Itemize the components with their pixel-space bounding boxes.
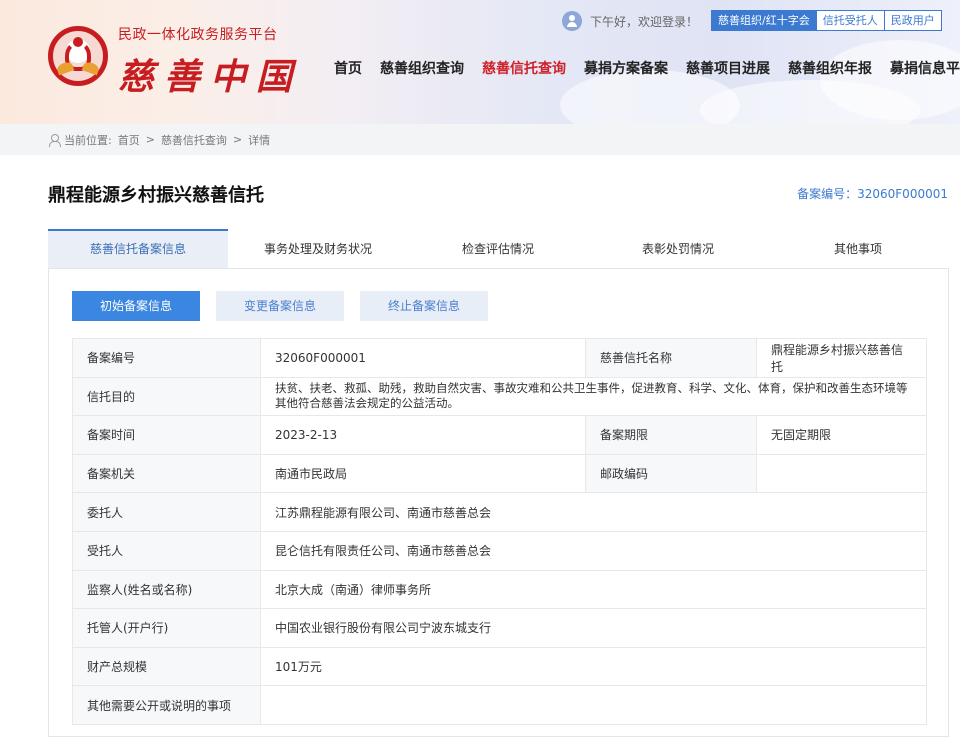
- nav-annual-report[interactable]: 慈善组织年报: [788, 58, 872, 78]
- nav-fundraising-plan[interactable]: 募捐方案备案: [584, 58, 668, 78]
- charity-logo-icon[interactable]: [48, 26, 108, 86]
- record-org-label: 备案机关: [72, 453, 261, 494]
- sub-tabs: 初始备案信息 变更备案信息 终止备案信息: [72, 291, 488, 321]
- table-row: 备案机关 南通市民政局 邮政编码: [72, 453, 927, 494]
- nav-home[interactable]: 首页: [334, 58, 362, 78]
- table-row: 受托人 昆仑信托有限责任公司、南通市慈善总会: [72, 530, 927, 571]
- subtab-termination-record[interactable]: 终止备案信息: [360, 291, 488, 321]
- trust-info-table: 备案编号 32060F000001 慈善信托名称 鼎程能源乡村振兴慈善信托 信托…: [72, 338, 927, 725]
- assets-value: 101万元: [260, 646, 927, 687]
- role-tab-civil-affairs[interactable]: 民政用户: [884, 10, 942, 31]
- record-number: 备案编号：32060F000001: [797, 187, 948, 201]
- table-row: 委托人 江苏鼎程能源有限公司、南通市慈善总会: [72, 492, 927, 532]
- breadcrumb-trust-query[interactable]: 慈善信托查询: [161, 132, 227, 148]
- nav-fundraising-info[interactable]: 募捐信息平台: [890, 58, 960, 78]
- site-header: 民政一体化政务服务平台 慈善中国 下午好，欢迎登录！ 慈善组织/红十字会 信托受…: [0, 0, 960, 124]
- breadcrumb-separator: >: [145, 133, 155, 146]
- breadcrumb: 当前位置: 首页 > 慈善信托查询 > 详情: [0, 124, 960, 155]
- table-row: 财产总规模 101万元: [72, 646, 927, 687]
- postcode-label: 邮政编码: [585, 453, 757, 494]
- main-nav: 首页 慈善组织查询 慈善信托查询 募捐方案备案 慈善项目进展 慈善组织年报 募捐…: [334, 58, 960, 78]
- breadcrumb-separator: >: [232, 133, 243, 146]
- breadcrumb-home[interactable]: 首页: [118, 132, 140, 148]
- nav-project-progress[interactable]: 慈善项目进展: [686, 58, 770, 78]
- main-tabs: 慈善信托备案信息 事务处理及财务状况 检查评估情况 表彰处罚情况 其他事项: [48, 229, 949, 269]
- role-tab-trustee[interactable]: 信托受托人: [816, 10, 885, 31]
- subtab-change-record[interactable]: 变更备案信息: [216, 291, 344, 321]
- greeting: 下午好，欢迎登录！: [562, 10, 698, 32]
- table-row: 备案编号 32060F000001 慈善信托名称 鼎程能源乡村振兴慈善信托: [72, 338, 927, 378]
- table-row: 信托目的 扶贫、扶老、救孤、助残，救助自然灾害、事故灾难和公共卫生事件，促进教育…: [72, 376, 927, 417]
- breadcrumb-detail: 详情: [248, 133, 271, 147]
- other-matters-value: [260, 685, 927, 725]
- record-no-label: 备案编号: [72, 338, 261, 378]
- user-icon: [562, 11, 582, 31]
- postcode-value: [756, 453, 927, 494]
- trustee-label: 受托人: [72, 530, 261, 571]
- record-time-label: 备案时间: [72, 415, 261, 455]
- other-matters-label: 其他需要公开或说明的事项: [72, 685, 261, 725]
- tab-inspection[interactable]: 检查评估情况: [408, 229, 588, 268]
- purpose-label: 信托目的: [72, 376, 261, 417]
- record-period-label: 备案期限: [585, 415, 757, 455]
- greeting-text: 下午好，欢迎登录！: [590, 14, 699, 29]
- settlor-label: 委托人: [72, 492, 261, 532]
- role-tabs: 慈善组织/红十字会 信托受托人 民政用户: [711, 10, 942, 31]
- record-org-value: 南通市民政局: [260, 453, 586, 494]
- tab-rewards-penalties[interactable]: 表彰处罚情况: [588, 229, 768, 268]
- tab-affairs-finance[interactable]: 事务处理及财务状况: [228, 229, 408, 268]
- assets-label: 财产总规模: [72, 646, 261, 687]
- custodian-value: 中国农业银行股份有限公司宁波东城支行: [260, 608, 927, 648]
- role-tab-charity-org[interactable]: 慈善组织/红十字会: [711, 10, 817, 31]
- settlor-value: 江苏鼎程能源有限公司、南通市慈善总会: [260, 492, 927, 532]
- platform-name: 民政一体化政务服务平台: [118, 27, 278, 43]
- record-period-value: 无固定期限: [756, 415, 927, 455]
- nav-charity-org-query[interactable]: 慈善组织查询: [380, 58, 464, 78]
- purpose-value: 扶贫、扶老、救孤、助残，救助自然灾害、事故灾难和公共卫生事件，促进教育、科学、文…: [260, 376, 927, 417]
- table-row: 托管人(开户行) 中国农业银行股份有限公司宁波东城支行: [72, 608, 927, 648]
- tab-other-matters[interactable]: 其他事项: [768, 229, 948, 268]
- table-row: 备案时间 2023-2-13 备案期限 无固定期限: [72, 415, 927, 455]
- trust-name-value: 鼎程能源乡村振兴慈善信托: [756, 338, 927, 378]
- supervisor-value: 北京大成（南通）律师事务所: [260, 569, 927, 610]
- record-time-value: 2023-2-13: [260, 415, 586, 455]
- breadcrumb-prefix: 当前位置:: [64, 133, 112, 147]
- subtab-initial-record[interactable]: 初始备案信息: [72, 291, 200, 321]
- trust-name-label: 慈善信托名称: [585, 338, 757, 378]
- page-title: 鼎程能源乡村振兴慈善信托: [48, 185, 264, 206]
- table-row: 其他需要公开或说明的事项: [72, 685, 927, 725]
- custodian-label: 托管人(开户行): [72, 608, 261, 648]
- trustee-value: 昆仑信托有限责任公司、南通市慈善总会: [260, 530, 927, 571]
- location-user-icon: [48, 133, 61, 147]
- supervisor-label: 监察人(姓名或名称): [72, 569, 261, 610]
- tab-trust-record-info[interactable]: 慈善信托备案信息: [48, 229, 228, 268]
- table-row: 监察人(姓名或名称) 北京大成（南通）律师事务所: [72, 569, 927, 610]
- nav-charity-trust-query[interactable]: 慈善信托查询: [482, 58, 566, 78]
- record-no-value: 32060F000001: [260, 338, 586, 378]
- site-logo-text[interactable]: 慈善中国: [118, 48, 302, 100]
